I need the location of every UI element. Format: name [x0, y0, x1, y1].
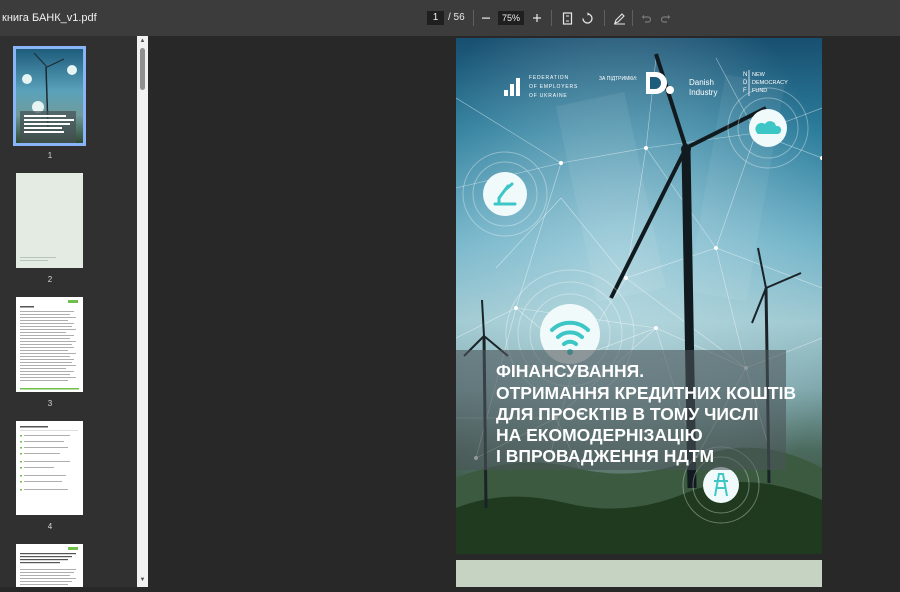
thumbnail-page-2[interactable] [16, 173, 83, 268]
svg-text:OF UKRAINE: OF UKRAINE [529, 93, 568, 99]
cover-artwork: FEDERATION OF EMPLOYERS OF UKRAINE ЗА ПІ… [456, 38, 822, 554]
page-2-preview [456, 560, 822, 587]
redo-icon[interactable] [656, 9, 674, 27]
cover-title-line: НА ЕКОМОДЕРНІЗАЦІЮ [496, 425, 703, 445]
thumbnail-sidebar: 1 2 3 4 [0, 36, 148, 587]
page-1-cover: FEDERATION OF EMPLOYERS OF UKRAINE ЗА ПІ… [456, 38, 822, 554]
svg-text:N: N [743, 72, 747, 78]
scroll-up-arrow[interactable]: ▲ [138, 37, 147, 46]
rotate-icon[interactable] [578, 9, 596, 27]
cover-title-line: І ВПРОВАДЖЕННЯ НДТМ [496, 446, 715, 466]
document-viewer: FEDERATION OF EMPLOYERS OF UKRAINE ЗА ПІ… [148, 36, 900, 587]
annotate-icon[interactable] [610, 9, 628, 27]
thumbnail-page-1[interactable] [13, 46, 86, 146]
page-total: / 56 [448, 12, 465, 23]
svg-text:Industry: Industry [689, 88, 717, 97]
svg-text:Danish: Danish [689, 78, 714, 87]
svg-text:FUND: FUND [752, 88, 767, 94]
svg-text:F: F [743, 88, 747, 94]
robot-arm-icon [483, 172, 527, 216]
scroll-thumb[interactable] [140, 48, 145, 90]
svg-text:OF EMPLOYERS: OF EMPLOYERS [529, 84, 578, 90]
thumbnail-label: 2 [47, 275, 53, 284]
thumbnail-label: 1 [47, 151, 53, 160]
zoom-in-icon[interactable] [528, 9, 546, 27]
undo-icon[interactable] [637, 9, 655, 27]
svg-text:D: D [743, 80, 748, 86]
thumbnail-label: 4 [47, 522, 53, 531]
thumbnail-list-preview [20, 426, 78, 491]
thumbnail-text-preview [20, 547, 78, 585]
svg-text:NEW: NEW [752, 72, 766, 78]
toolbar-divider [604, 10, 605, 26]
power-tower-icon [703, 467, 739, 503]
cover-title-line: ДЛЯ ПРОЄКТІВ В ТОМУ ЧИСЛІ [496, 404, 759, 424]
svg-text:ЗА ПІДТРИМКИ:: ЗА ПІДТРИМКИ: [599, 76, 637, 82]
thumbnail-cover-preview [20, 52, 77, 145]
svg-text:FEDERATION: FEDERATION [529, 75, 569, 81]
pdf-toolbar: книга БАНК_v1.pdf 1 / 56 75% [0, 0, 900, 36]
thumbnail-label: 3 [47, 399, 53, 408]
zoom-out-icon[interactable] [477, 9, 495, 27]
thumbnail-page-4[interactable] [16, 421, 83, 515]
sidebar-scrollbar[interactable]: ▲ ▼ [137, 36, 148, 587]
zoom-level-input[interactable]: 75% [498, 11, 524, 25]
thumbnail-page-5[interactable] [16, 544, 83, 587]
cover-title-line: ФІНАНСУВАННЯ. [496, 361, 645, 381]
cover-title-line: ОТРИМАННЯ КРЕДИТНИХ КОШТІВ [496, 383, 797, 403]
thumbnail-toc-preview [20, 300, 79, 390]
scroll-down-arrow[interactable]: ▼ [138, 576, 147, 585]
fit-page-icon[interactable] [558, 9, 576, 27]
toolbar-divider [551, 10, 552, 26]
svg-text:DEMOCRACY: DEMOCRACY [752, 80, 788, 86]
toolbar-divider [632, 10, 633, 26]
toolbar-divider [473, 10, 474, 26]
document-title: книга БАНК_v1.pdf [2, 12, 97, 24]
thumbnail-page-3[interactable] [16, 297, 83, 392]
thumbnail-blank-preview [20, 257, 56, 261]
page-number-input[interactable]: 1 [427, 11, 444, 25]
